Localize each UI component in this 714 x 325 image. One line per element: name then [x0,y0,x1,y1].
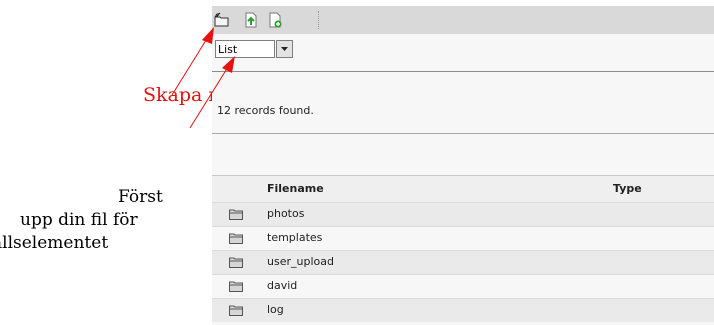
view-select-value[interactable]: List [215,40,275,58]
table-row[interactable]: templates [212,226,714,250]
table-row[interactable]: photos [212,202,714,226]
table-row[interactable]: log [212,298,714,322]
divider [212,71,714,72]
upload-file-icon[interactable] [243,12,259,28]
column-header-type[interactable]: Type [613,182,642,195]
instruction-line: Först [118,187,163,207]
file-name[interactable]: user_upload [267,255,334,268]
file-name[interactable]: david [267,279,297,292]
folder-icon [229,233,243,244]
file-table: Filename Type photos templates user_uplo… [212,175,714,322]
file-name[interactable]: photos [267,207,304,220]
column-header-filename[interactable]: Filename [267,182,324,195]
file-name[interactable]: templates [267,231,322,244]
folder-icon [229,257,243,268]
new-file-icon[interactable] [267,12,283,28]
records-count: 12 records found. [217,104,314,117]
table-row[interactable]: david [212,274,714,298]
file-name[interactable]: log [267,303,284,316]
toolbar [212,6,714,34]
chevron-down-icon[interactable] [276,40,293,58]
instruction-line: ållselementet [0,233,109,253]
folder-icon [229,281,243,292]
new-folder-icon[interactable] [214,12,230,28]
folder-icon [229,305,243,316]
table-header: Filename Type [212,175,714,202]
table-row[interactable]: user_upload [212,250,714,274]
divider [212,133,714,134]
instruction-text: Först upp din fil för ållselementet [0,186,212,255]
toolbar-separator [318,11,320,29]
file-manager-panel: List 12 records found. Filename Type pho… [212,6,714,325]
folder-icon [229,209,243,220]
instruction-line: upp din fil för [20,210,138,230]
